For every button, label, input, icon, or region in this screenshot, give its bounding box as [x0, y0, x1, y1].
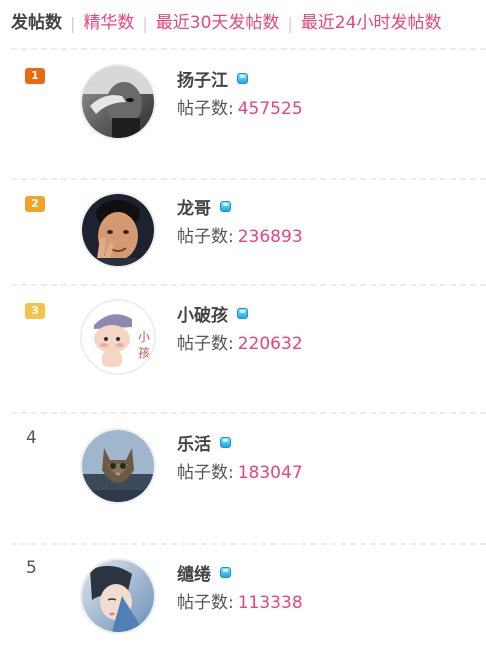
rank-badge: 2	[25, 196, 45, 212]
rank-badge: 3	[25, 303, 45, 319]
post-count-label: 帖子数:	[177, 593, 234, 613]
list-item: 5 缱绻 帖子数: 113338	[0, 558, 486, 668]
user-name-line: 缱绻	[177, 560, 231, 585]
divider	[11, 284, 486, 286]
post-count-label: 帖子数:	[177, 227, 234, 247]
user-name-line: 扬子江	[177, 66, 248, 91]
post-count-line: 帖子数: 457525	[177, 97, 303, 121]
post-count-value: 220632	[237, 334, 303, 354]
vip-badge-icon	[237, 307, 248, 319]
list-item: 1 扬子江 帖子数: 457525	[0, 64, 486, 174]
tab-featured-count[interactable]: 精华数	[83, 10, 134, 36]
post-count-label: 帖子数:	[177, 334, 234, 354]
user-name[interactable]: 扬子江	[177, 66, 228, 91]
avatar[interactable]	[80, 428, 156, 504]
user-name-line: 小破孩	[177, 301, 248, 326]
avatar[interactable]	[80, 64, 156, 140]
svg-text:孩: 孩	[138, 346, 150, 360]
ranking-tabs: 发帖数 | 精华数 | 最近30天发帖数 | 最近24小时发帖数	[11, 10, 441, 36]
divider	[11, 48, 486, 50]
user-name[interactable]: 乐活	[177, 430, 211, 455]
svg-text:小: 小	[138, 330, 150, 344]
avatar[interactable]	[80, 192, 156, 268]
vip-badge-icon	[220, 200, 231, 212]
post-count-value: 457525	[237, 99, 303, 119]
post-count-line: 帖子数: 220632	[177, 332, 303, 356]
vip-badge-icon	[237, 72, 248, 84]
vip-badge-icon	[220, 566, 231, 578]
tab-post-count[interactable]: 发帖数	[11, 10, 62, 36]
divider	[11, 543, 486, 545]
list-item: 4 乐活 帖子数: 183047	[0, 428, 486, 538]
post-count-value: 183047	[237, 463, 303, 483]
user-name-line: 龙哥	[177, 194, 231, 219]
avatar[interactable]	[80, 558, 156, 634]
post-count-value: 236893	[237, 227, 303, 247]
user-name[interactable]: 缱绻	[177, 560, 211, 585]
tab-30-day-count[interactable]: 最近30天发帖数	[156, 10, 280, 36]
post-count-label: 帖子数:	[177, 99, 234, 119]
tab-separator: |	[287, 13, 293, 33]
post-count-value: 113338	[237, 593, 303, 613]
divider	[11, 178, 486, 180]
rank-number: 4	[26, 428, 37, 448]
rank-badge: 1	[25, 68, 45, 84]
vip-badge-icon	[220, 436, 231, 448]
user-name[interactable]: 龙哥	[177, 194, 211, 219]
tab-separator: |	[142, 13, 148, 33]
post-count-line: 帖子数: 113338	[177, 591, 303, 615]
tab-24-hour-count[interactable]: 最近24小时发帖数	[301, 10, 442, 36]
user-name-line: 乐活	[177, 430, 231, 455]
avatar[interactable]: 小 孩	[80, 299, 156, 375]
post-count-label: 帖子数:	[177, 463, 234, 483]
list-item: 3 小 孩 小破孩 帖子数: 220632	[0, 299, 486, 409]
divider	[11, 412, 486, 414]
tab-separator: |	[70, 13, 76, 33]
post-count-line: 帖子数: 236893	[177, 225, 303, 249]
user-name[interactable]: 小破孩	[177, 301, 228, 326]
post-count-line: 帖子数: 183047	[177, 461, 303, 485]
rank-number: 5	[26, 558, 37, 578]
